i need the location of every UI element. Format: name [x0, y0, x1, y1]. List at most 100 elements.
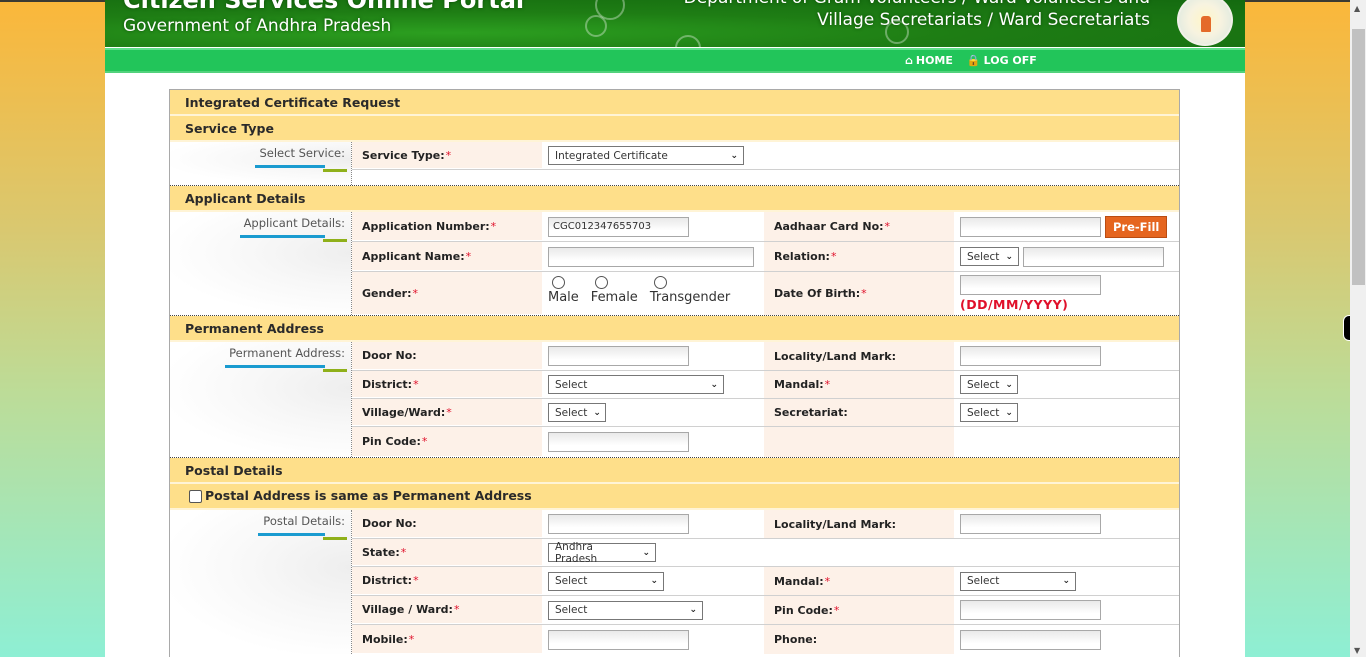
- postal-mobile-label: Mobile: *: [352, 625, 542, 654]
- perm-village-select[interactable]: Select ⌄: [548, 403, 606, 422]
- chevron-down-icon: ⌄: [710, 379, 718, 390]
- perm-village-label: Village/Ward: *: [352, 399, 542, 426]
- same-address-row: Postal Address is same as Permanent Addr…: [170, 484, 1179, 510]
- empty-label-cell: [764, 539, 954, 566]
- chevron-down-icon: ⌄: [1005, 251, 1013, 262]
- selected-value: Andhra Pradesh: [555, 540, 598, 565]
- radio-button[interactable]: [552, 276, 565, 289]
- perm-district-select[interactable]: Select ⌄: [548, 375, 724, 394]
- postal-door-label: Door No:: [352, 510, 542, 538]
- perm-mandal-label: Mandal: *: [764, 371, 954, 398]
- side-label: Postal Details:: [263, 514, 345, 528]
- decorative-bar: [323, 537, 347, 540]
- vertical-scrollbar[interactable]: ▲ ▼: [1350, 0, 1366, 657]
- home-link[interactable]: ⌂ HOME: [905, 54, 953, 67]
- top-navbar: ⌂ HOME 🔒 LOG OFF: [105, 48, 1245, 73]
- postal-mandal-select[interactable]: Select ⌄: [960, 571, 1076, 591]
- prefill-button[interactable]: Pre-Fill: [1105, 215, 1168, 238]
- postal-village-label: Village / Ward: *: [352, 596, 542, 624]
- perm-district-label: District: *: [352, 371, 542, 398]
- decorative-bar: [258, 533, 325, 536]
- selected-value: Select: [967, 378, 1000, 391]
- postal-phone-label: Phone:: [764, 625, 954, 654]
- section-applicant-details: Applicant Details: [170, 186, 1179, 212]
- relation-select[interactable]: Select ⌄: [960, 247, 1019, 266]
- side-panel: Select Service:: [170, 142, 352, 185]
- relation-name-input[interactable]: [1023, 246, 1164, 267]
- logoff-link[interactable]: 🔒 LOG OFF: [967, 54, 1037, 67]
- chevron-down-icon: ⌄: [650, 576, 658, 586]
- radio-button[interactable]: [594, 276, 608, 289]
- same-address-label[interactable]: Postal Address is same as Permanent Addr…: [205, 483, 532, 509]
- section-postal-details: Postal Details: [170, 458, 1179, 484]
- perm-locality-input[interactable]: [960, 346, 1101, 366]
- service-type-block: Select Service: Service Type: * Integrate…: [170, 142, 1179, 186]
- scroll-up-arrow-icon[interactable]: ▲: [1354, 4, 1360, 13]
- dob-input[interactable]: [960, 275, 1101, 295]
- logoff-label: LOG OFF: [983, 54, 1037, 67]
- empty-label-cell: [764, 427, 954, 457]
- postal-village-select[interactable]: Select ⌄: [548, 600, 703, 620]
- perm-mandal-select[interactable]: Select ⌄: [960, 375, 1018, 394]
- gender-option-male[interactable]: Male: [548, 276, 579, 305]
- postal-district-label: District: *: [352, 567, 542, 595]
- certificate-request-form: Integrated Certificate Request Service T…: [169, 89, 1180, 657]
- side-panel: Applicant Details:: [170, 212, 352, 315]
- selected-value: Select: [967, 406, 1000, 419]
- gender-label: Gender: *: [352, 272, 542, 315]
- department-line-1: Department of Gram Volunteers / Ward Vol…: [684, 0, 1150, 8]
- perm-door-label: Door No:: [352, 342, 542, 370]
- decorative-circle: [675, 35, 701, 47]
- form-title: Integrated Certificate Request: [170, 90, 1179, 116]
- postal-mobile-input[interactable]: [548, 629, 689, 650]
- scroll-down-arrow-icon[interactable]: ▼: [1354, 646, 1360, 655]
- decorative-bar: [240, 235, 325, 238]
- chevron-down-icon: ⌄: [593, 407, 601, 418]
- section-permanent-address: Permanent Address: [170, 316, 1179, 342]
- perm-secretariat-label: Secretariat:: [764, 399, 954, 426]
- chevron-down-icon: ⌄: [1005, 379, 1013, 390]
- ap-state-emblem-icon: [1177, 0, 1233, 46]
- page-container: Citizen Services Online Portal Governmen…: [105, 0, 1245, 657]
- gender-option-female[interactable]: Female: [591, 276, 638, 305]
- perm-door-input[interactable]: [548, 346, 689, 366]
- side-label: Permanent Address:: [229, 346, 345, 360]
- portal-subtitle: Government of Andhra Pradesh: [123, 16, 392, 36]
- postal-phone-input[interactable]: [960, 629, 1101, 650]
- section-service-type: Service Type: [170, 116, 1179, 142]
- service-type-select[interactable]: Integrated Certificate ⌄: [548, 146, 744, 165]
- decorative-bar: [225, 365, 325, 368]
- perm-secretariat-select[interactable]: Select ⌄: [960, 403, 1018, 422]
- relation-label: Relation: *: [764, 242, 954, 271]
- scrollbar-thumb[interactable]: [1352, 29, 1365, 285]
- aadhaar-input[interactable]: [960, 216, 1101, 237]
- selected-value: Select: [555, 406, 588, 419]
- postal-door-input[interactable]: [548, 514, 689, 534]
- lock-icon: 🔒: [966, 54, 981, 67]
- postal-pincode-input[interactable]: [960, 600, 1101, 620]
- selected-value: Select: [967, 575, 1000, 587]
- applicant-name-label: Applicant Name: *: [352, 242, 542, 271]
- same-address-checkbox[interactable]: [189, 489, 202, 503]
- postal-mandal-label: Mandal: *: [764, 567, 954, 595]
- chevron-down-icon: ⌄: [1005, 407, 1013, 418]
- postal-state-select[interactable]: Andhra Pradesh ⌄: [548, 540, 656, 565]
- postal-pincode-label: Pin Code: *: [764, 596, 954, 624]
- application-number-input[interactable]: [548, 216, 689, 237]
- postal-state-label: State: *: [352, 539, 542, 566]
- department-line-2: Village Secretariats / Ward Secretariats: [817, 10, 1150, 30]
- chevron-down-icon: ⌄: [730, 150, 738, 161]
- decorative-bar: [255, 165, 325, 168]
- applicant-block: Applicant Details: Application Number: * …: [170, 212, 1179, 316]
- dob-label: Date Of Birth: *: [764, 272, 954, 315]
- postal-locality-input[interactable]: [960, 514, 1101, 534]
- gender-option-transgender[interactable]: Transgender: [650, 276, 730, 305]
- postal-district-select[interactable]: Select ⌄: [548, 571, 664, 591]
- applicant-name-input[interactable]: [548, 246, 754, 267]
- perm-pincode-input[interactable]: [548, 432, 689, 452]
- aadhaar-label: Aadhaar Card No: *: [764, 212, 954, 241]
- radio-button[interactable]: [653, 276, 667, 289]
- home-icon: ⌂: [905, 54, 913, 67]
- chevron-down-icon: ⌄: [642, 547, 650, 558]
- side-panel: Permanent Address:: [170, 342, 352, 457]
